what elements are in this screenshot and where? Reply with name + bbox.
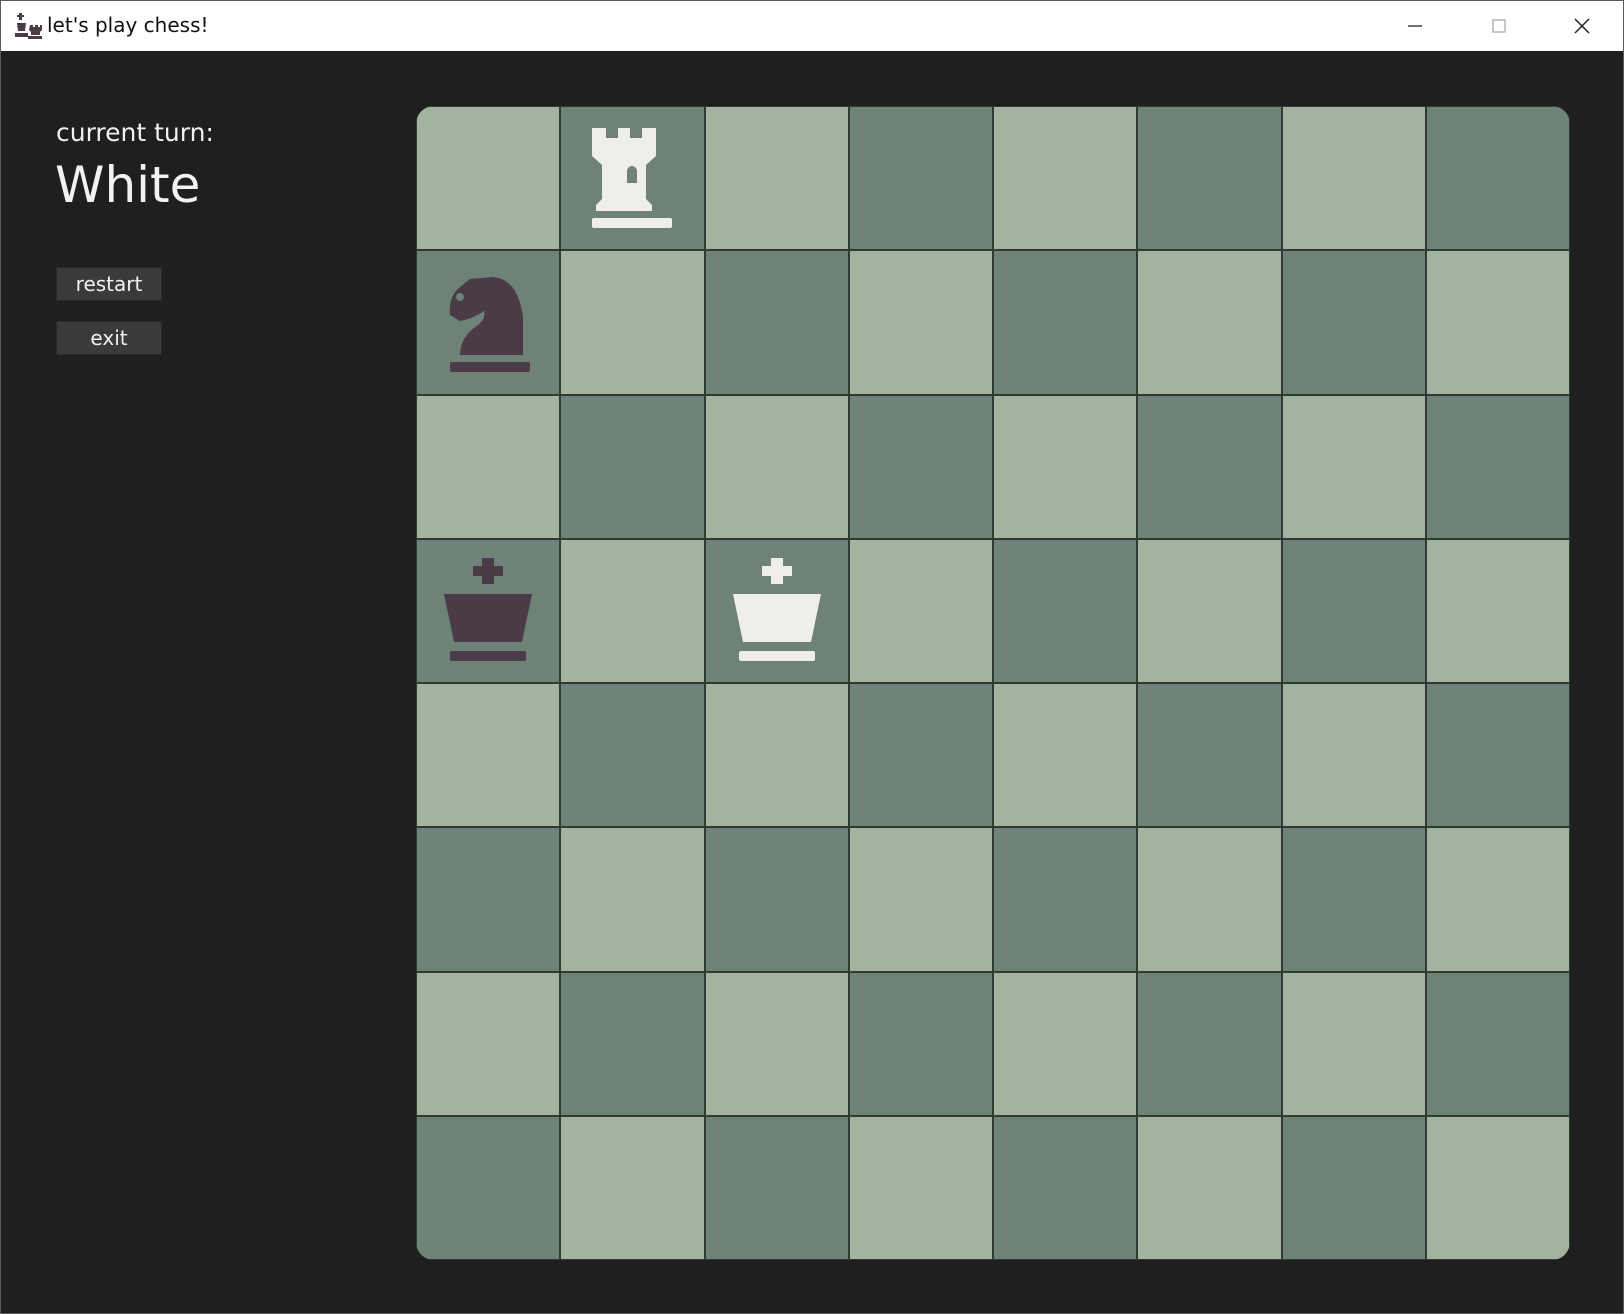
- board-square[interactable]: [1425, 1115, 1570, 1260]
- board-square[interactable]: [993, 971, 1138, 1116]
- board-square[interactable]: [416, 538, 561, 683]
- board-square[interactable]: [560, 250, 705, 395]
- board-square[interactable]: [993, 250, 1138, 395]
- board-square[interactable]: [993, 827, 1138, 972]
- chess-app-icon: [15, 13, 42, 39]
- board-square[interactable]: [1281, 538, 1426, 683]
- board-square[interactable]: [1281, 106, 1426, 251]
- maximize-button[interactable]: [1459, 1, 1539, 51]
- board-square[interactable]: [1137, 250, 1282, 395]
- app-window: let's play chess! current turn: White re…: [0, 0, 1624, 1314]
- board-square[interactable]: [1137, 1115, 1282, 1260]
- board-square[interactable]: [1281, 1115, 1426, 1260]
- board-square[interactable]: [1137, 106, 1282, 251]
- board-square[interactable]: [848, 394, 993, 539]
- board-square[interactable]: [1137, 683, 1282, 828]
- board-square[interactable]: [848, 827, 993, 972]
- board-square[interactable]: [1281, 394, 1426, 539]
- close-icon: [1574, 18, 1590, 34]
- maximize-icon: [1492, 19, 1506, 33]
- window-title: let's play chess!: [47, 13, 209, 37]
- chess-board: [416, 106, 1570, 1260]
- current-turn-value: White: [55, 156, 201, 214]
- board-square[interactable]: [993, 1115, 1138, 1260]
- board-square[interactable]: [704, 683, 849, 828]
- black-king-icon[interactable]: [438, 556, 538, 666]
- board-square[interactable]: [416, 394, 561, 539]
- board-square[interactable]: [560, 827, 705, 972]
- board-square[interactable]: [848, 538, 993, 683]
- board-square[interactable]: [560, 1115, 705, 1260]
- board-square[interactable]: [848, 683, 993, 828]
- board-square[interactable]: [704, 538, 849, 683]
- board-square[interactable]: [848, 250, 993, 395]
- close-button[interactable]: [1542, 1, 1622, 51]
- board-square[interactable]: [416, 827, 561, 972]
- board-square[interactable]: [1425, 394, 1570, 539]
- board-square[interactable]: [993, 106, 1138, 251]
- board-square[interactable]: [1281, 250, 1426, 395]
- board-square[interactable]: [848, 971, 993, 1116]
- board-square[interactable]: [1281, 683, 1426, 828]
- board-square[interactable]: [1137, 538, 1282, 683]
- board-square[interactable]: [704, 1115, 849, 1260]
- black-knight-icon[interactable]: [438, 267, 538, 377]
- board-square[interactable]: [993, 538, 1138, 683]
- board-square[interactable]: [560, 538, 705, 683]
- board-square[interactable]: [1137, 394, 1282, 539]
- board-square[interactable]: [1425, 827, 1570, 972]
- board-square[interactable]: [560, 683, 705, 828]
- board-square[interactable]: [560, 106, 705, 251]
- board-square[interactable]: [1281, 827, 1426, 972]
- board-square[interactable]: [560, 971, 705, 1116]
- board-square[interactable]: [1425, 250, 1570, 395]
- board-square[interactable]: [704, 250, 849, 395]
- title-bar: let's play chess!: [1, 1, 1623, 51]
- board-square[interactable]: [560, 394, 705, 539]
- board-square[interactable]: [704, 106, 849, 251]
- exit-button[interactable]: exit: [56, 321, 162, 355]
- board-square[interactable]: [1137, 971, 1282, 1116]
- current-turn-label: current turn:: [56, 118, 214, 147]
- board-square[interactable]: [993, 394, 1138, 539]
- board-square[interactable]: [1425, 106, 1570, 251]
- board-square[interactable]: [416, 1115, 561, 1260]
- white-king-icon[interactable]: [727, 556, 827, 666]
- minimize-button[interactable]: [1375, 1, 1455, 51]
- restart-button[interactable]: restart: [56, 267, 162, 301]
- white-rook-icon[interactable]: [582, 123, 682, 233]
- board-square[interactable]: [1281, 971, 1426, 1116]
- board-square[interactable]: [993, 683, 1138, 828]
- board-square[interactable]: [848, 106, 993, 251]
- board-square[interactable]: [416, 250, 561, 395]
- board-square[interactable]: [704, 971, 849, 1116]
- board-square[interactable]: [416, 106, 561, 251]
- board-square[interactable]: [704, 394, 849, 539]
- board-square[interactable]: [1425, 683, 1570, 828]
- board-square[interactable]: [704, 827, 849, 972]
- board-square[interactable]: [848, 1115, 993, 1260]
- board-square[interactable]: [1425, 971, 1570, 1116]
- board-square[interactable]: [1425, 538, 1570, 683]
- board-square[interactable]: [1137, 827, 1282, 972]
- board-square[interactable]: [416, 971, 561, 1116]
- minimize-icon: [1408, 25, 1422, 27]
- sidebar: current turn: White restart exit: [1, 51, 401, 1311]
- board-square[interactable]: [416, 683, 561, 828]
